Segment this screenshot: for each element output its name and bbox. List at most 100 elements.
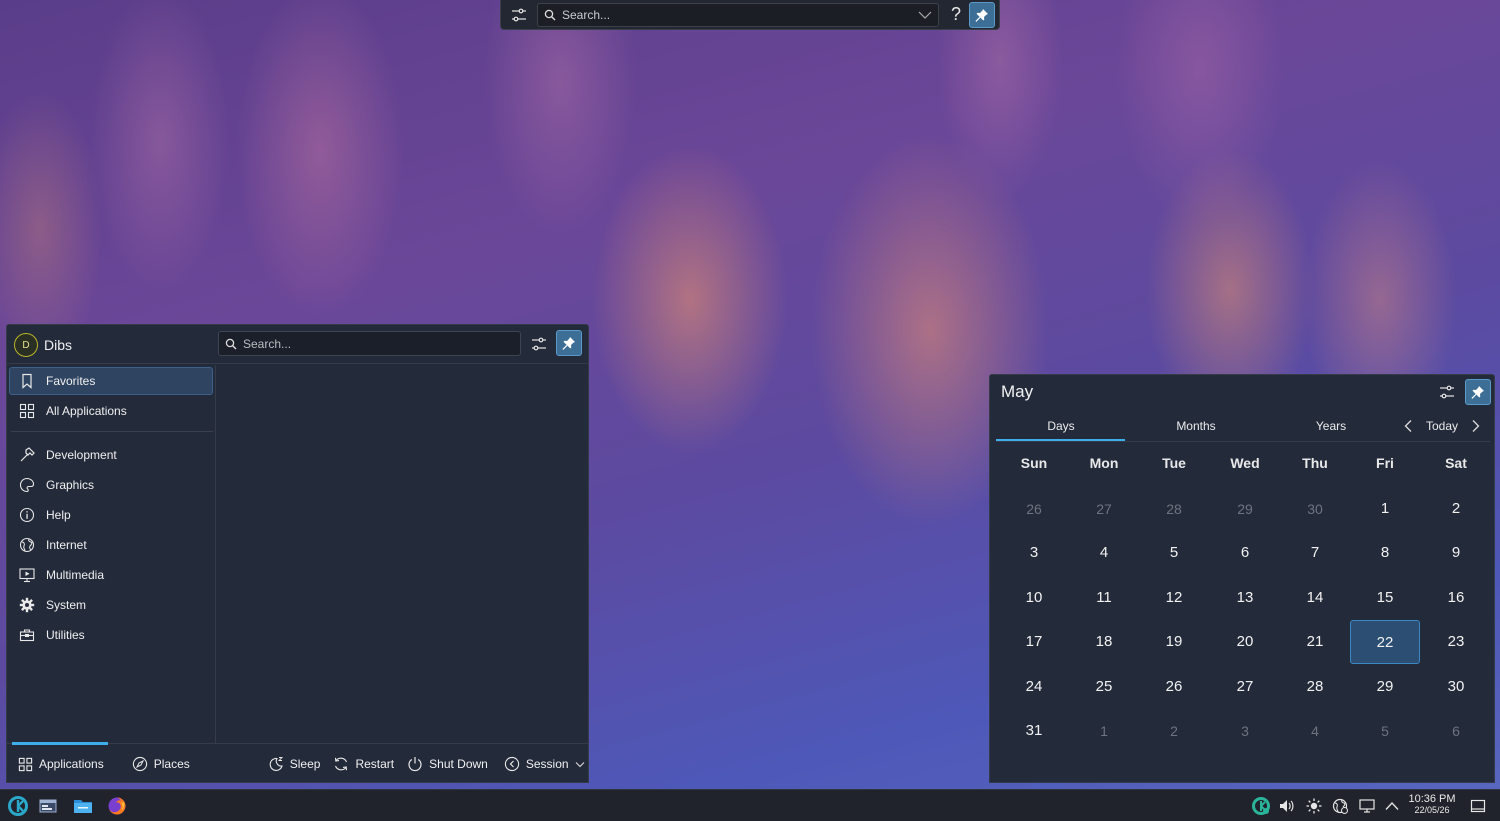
compass-icon xyxy=(132,756,148,772)
krunner-help-button[interactable]: ? xyxy=(943,3,969,27)
krunner-search-placeholder: Search... xyxy=(562,7,611,22)
calendar-settings-button[interactable] xyxy=(1436,381,1458,403)
calendar-day[interactable]: 15 xyxy=(1350,576,1420,620)
calendar-day[interactable]: 26 xyxy=(999,487,1069,531)
sidebar-item-system[interactable]: System xyxy=(9,591,213,619)
tab-applications[interactable]: Applications xyxy=(17,744,104,784)
sidebar-item-development[interactable]: Development xyxy=(9,441,213,469)
user-info[interactable]: D Dibs xyxy=(7,333,215,357)
clock-time: 10:36 PM xyxy=(1408,793,1456,805)
calendar-day[interactable]: 20 xyxy=(1210,620,1280,664)
calendar-day[interactable]: 1 xyxy=(1069,709,1139,753)
calendar-day[interactable]: 5 xyxy=(1139,531,1209,575)
firefox-button[interactable] xyxy=(104,794,130,818)
digital-clock[interactable]: 10:36 PM 22/05/26 xyxy=(1406,793,1458,816)
header-divider xyxy=(7,363,588,364)
calendar-day[interactable]: 11 xyxy=(1069,576,1139,620)
brightness-button[interactable] xyxy=(1301,794,1327,818)
today-button[interactable]: Today xyxy=(1426,419,1458,433)
launcher-search-input[interactable]: Search... xyxy=(218,331,521,356)
calendar-day[interactable]: 2 xyxy=(1139,709,1209,753)
overview-button[interactable] xyxy=(35,794,61,818)
calendar-day[interactable]: 6 xyxy=(1210,531,1280,575)
calendar-day[interactable]: 23 xyxy=(1421,620,1491,664)
application-launcher-menu: D Dibs Search... Favorites All Applicati… xyxy=(6,324,589,783)
pin-icon xyxy=(1471,386,1484,399)
info-icon xyxy=(18,506,36,524)
krunner-pin-button[interactable] xyxy=(969,1,995,28)
calendar-day[interactable]: 27 xyxy=(1069,487,1139,531)
restart-button[interactable]: Restart xyxy=(333,744,394,784)
sidebar-item-multimedia[interactable]: Multimedia xyxy=(9,561,213,589)
session-button[interactable]: Session xyxy=(504,744,585,784)
chevron-right-icon[interactable] xyxy=(1468,419,1482,433)
display-button[interactable] xyxy=(1354,794,1380,818)
calendar-day[interactable]: 8 xyxy=(1350,531,1420,575)
calendar-day[interactable]: 19 xyxy=(1139,620,1209,664)
calendar-day[interactable]: 17 xyxy=(999,620,1069,664)
calendar-day[interactable]: 29 xyxy=(1350,665,1420,709)
calendar-day[interactable]: 1 xyxy=(1350,487,1420,531)
calendar-day[interactable]: 30 xyxy=(1280,487,1350,531)
chevron-left-icon[interactable] xyxy=(1402,419,1416,433)
tab-places[interactable]: Places xyxy=(132,744,190,784)
weekday-header: Fri xyxy=(1376,455,1394,471)
calendar-day[interactable]: 28 xyxy=(1139,487,1209,531)
tab-months[interactable]: Months xyxy=(1131,415,1261,437)
power-icon xyxy=(407,756,423,772)
sidebar-item-graphics[interactable]: Graphics xyxy=(9,471,213,499)
calendar-day[interactable]: 4 xyxy=(1069,531,1139,575)
avatar[interactable]: D xyxy=(14,333,38,357)
calendar-day[interactable]: 2 xyxy=(1421,487,1491,531)
calendar-pin-button[interactable] xyxy=(1465,379,1491,405)
sidebar-item-favorites[interactable]: Favorites xyxy=(9,367,213,395)
calendar-day[interactable]: 13 xyxy=(1210,576,1280,620)
launcher-pin-button[interactable] xyxy=(556,330,582,356)
calendar-day[interactable]: 25 xyxy=(1069,665,1139,709)
calendar-day[interactable]: 27 xyxy=(1210,665,1280,709)
calendar-day[interactable]: 5 xyxy=(1350,709,1420,753)
calendar-day[interactable]: 12 xyxy=(1139,576,1209,620)
calendar-day[interactable]: 7 xyxy=(1280,531,1350,575)
calendar-day[interactable]: 14 xyxy=(1280,576,1350,620)
tab-days[interactable]: Days xyxy=(996,415,1126,437)
launcher-settings-button[interactable] xyxy=(527,332,551,356)
calendar-day[interactable]: 4 xyxy=(1280,709,1350,753)
calendar-day[interactable]: 3 xyxy=(999,531,1069,575)
calendar-day[interactable]: 21 xyxy=(1280,620,1350,664)
shut-down-button[interactable]: Shut Down xyxy=(407,744,488,784)
launcher-search-placeholder: Search... xyxy=(243,336,292,351)
sidebar-item-utilities[interactable]: Utilities xyxy=(9,621,213,649)
calendar-day[interactable]: 18 xyxy=(1069,620,1139,664)
calendar-day[interactable]: 10 xyxy=(999,576,1069,620)
sidebar-item-help[interactable]: Help xyxy=(9,501,213,529)
krunner-search-input[interactable]: Search... xyxy=(537,2,939,27)
calendar-day[interactable]: 16 xyxy=(1421,576,1491,620)
calendar-day[interactable]: 3 xyxy=(1210,709,1280,753)
chevron-down-icon[interactable] xyxy=(918,10,932,20)
calendar-day[interactable]: 24 xyxy=(999,665,1069,709)
file-manager-button[interactable] xyxy=(70,794,96,818)
sleep-button[interactable]: Sleep xyxy=(268,744,320,784)
application-launcher-button[interactable] xyxy=(5,794,31,818)
volume-button[interactable] xyxy=(1274,794,1300,818)
calendar-day[interactable]: 9 xyxy=(1421,531,1491,575)
calendar-day[interactable]: 30 xyxy=(1421,665,1491,709)
volume-icon xyxy=(1280,800,1294,812)
sidebar-item-all-applications[interactable]: All Applications xyxy=(9,397,213,425)
calendar-day[interactable]: 6 xyxy=(1421,709,1491,753)
show-desktop-button[interactable] xyxy=(1465,794,1491,818)
updates-button[interactable] xyxy=(1248,794,1274,818)
network-button[interactable] xyxy=(1327,794,1353,818)
grid-icon xyxy=(17,756,33,772)
tab-years[interactable]: Years xyxy=(1266,415,1396,437)
calendar-day[interactable]: 29 xyxy=(1210,487,1280,531)
calendar-day[interactable]: 26 xyxy=(1139,665,1209,709)
expand-tray-button[interactable] xyxy=(1379,794,1405,818)
calendar-day[interactable]: 28 xyxy=(1280,665,1350,709)
calendar-day[interactable]: 31 xyxy=(999,709,1069,753)
krunner-settings-button[interactable] xyxy=(505,3,533,27)
sidebar-item-internet[interactable]: Internet xyxy=(9,531,213,559)
globe-icon xyxy=(18,536,36,554)
calendar-day-today[interactable]: 22 xyxy=(1350,620,1420,664)
